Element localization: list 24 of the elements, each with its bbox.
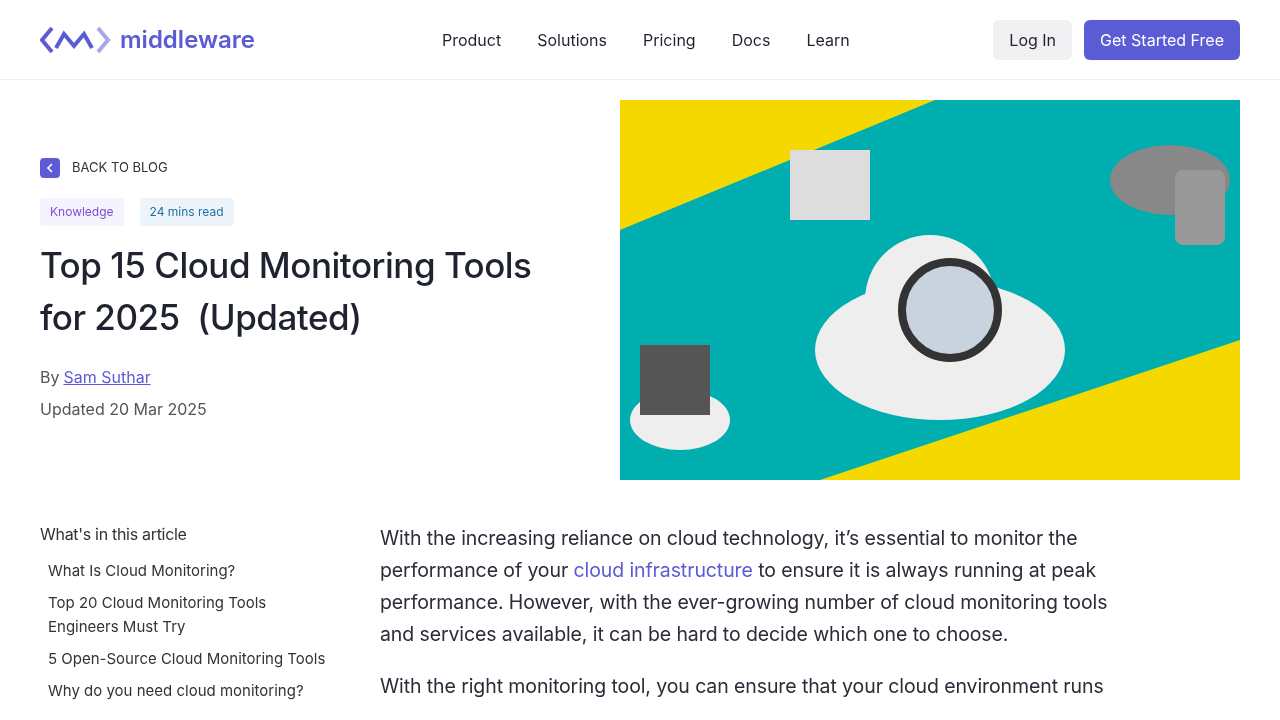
toc-heading: What's in this article (40, 523, 188, 546)
body-paragraph: With the right monitoring tool, you can ensure that your cloud environment runs (380, 673, 1105, 700)
toc-link[interactable]: Why do you need cloud monitoring? (48, 679, 330, 703)
back-to-blog-link[interactable]: BACK TO BLOG (40, 158, 620, 178)
get-started-button[interactable]: Get Started Free (1084, 19, 1240, 60)
toc-link[interactable]: 5 Open-Source Cloud Monitoring Tools (48, 647, 330, 671)
logo-wordmark[interactable]: middleware (120, 21, 256, 58)
updated-date: Updated 20 Mar 2025 (40, 398, 208, 421)
inline-link[interactable]: cloud infrastructure (573, 558, 753, 582)
toc-link[interactable]: What Is Cloud Monitoring? (48, 559, 330, 583)
byline-label: By (40, 366, 60, 389)
tag: 24 mins read (139, 198, 234, 226)
nav-link[interactable]: Product (442, 27, 502, 52)
tag: Knowledge (40, 198, 124, 226)
login-button[interactable]: Log In (993, 19, 1073, 60)
nav-link[interactable]: Solutions (537, 27, 607, 52)
nav-link[interactable]: Docs (731, 27, 771, 52)
logo-icon (40, 25, 112, 54)
nav-link[interactable]: Learn (806, 27, 850, 52)
author-link[interactable]: Sam Suthar (63, 365, 151, 389)
toc-link[interactable]: Top 20 Cloud Monitoring Tools Engineers Must Try (48, 591, 330, 639)
body-paragraph: With the increasing reliance on cloud technology, it’s essential to monitor the performance of your cloud infrastructure to ensure it is always running at peak performance. However, with the ever-growing number of cloud monitoring tools and services available, it can be hard to decide which one to choose. (380, 525, 1109, 648)
article-title: Top 15 Cloud Monitoring Tools for 2025 (Updated) (40, 243, 533, 340)
nav-link[interactable]: Pricing (643, 27, 696, 52)
